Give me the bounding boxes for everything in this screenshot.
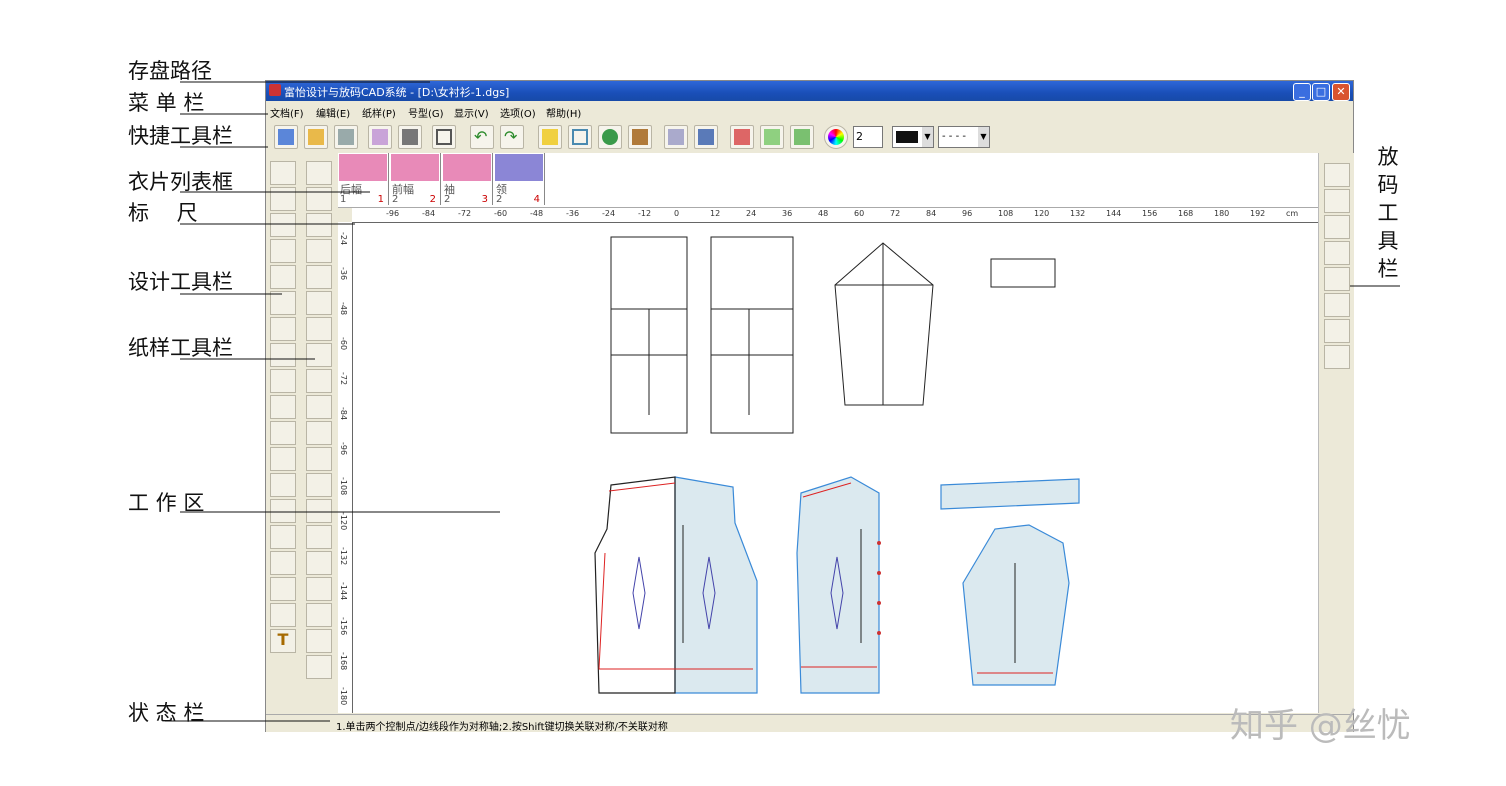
- annotation-leaders: [165, 81, 1400, 722]
- watermark: 知乎 @丝忧: [1230, 706, 1411, 746]
